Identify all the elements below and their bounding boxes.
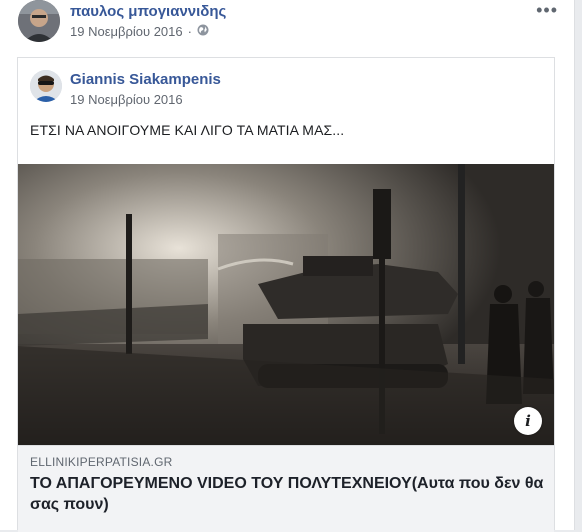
shared-post-text: ΕΤΣΙ ΝΑ ΑΝΟΙΓΟΥΜΕ ΚΑΙ ΛΙΓΟ ΤΑ ΜΑΤΙΑ ΜΑΣ.… — [30, 122, 345, 138]
post-card: παυλος μπογιαννιδης 19 Νοεμβρίου 2016 · … — [0, 0, 575, 532]
shared-post: Giannis Siakampenis 19 Νοεμβρίου 2016 ΕΤ… — [17, 57, 555, 532]
link-title[interactable]: ΤΟ ΑΠΑΓΟΡΕΥΜΕΝΟ VIDEO ΤΟΥ ΠΟΛΥΤΕΧΝΕΙΟΥ(Α… — [30, 473, 545, 515]
link-domain: ELLINIKIPERPATISIA.GR — [30, 455, 173, 469]
post-author-name[interactable]: παυλος μπογιαννιδης — [70, 3, 226, 20]
post-options-button[interactable]: ••• — [536, 1, 558, 19]
post-date[interactable]: 19 Νοεμβρίου 2016 — [70, 24, 183, 39]
shared-author-avatar[interactable] — [30, 70, 62, 102]
shared-post-date[interactable]: 19 Νοεμβρίου 2016 — [70, 92, 183, 107]
link-preview-image[interactable]: i — [18, 164, 554, 445]
link-preview-footer[interactable]: ELLINIKIPERPATISIA.GR ΤΟ ΑΠΑΓΟΡΕΥΜΕΝΟ VI… — [18, 445, 554, 532]
post-meta: 19 Νοεμβρίου 2016 · — [70, 24, 209, 39]
info-button[interactable]: i — [514, 407, 542, 435]
meta-separator: · — [187, 24, 192, 39]
shared-author-name[interactable]: Giannis Siakampenis — [70, 71, 221, 88]
author-avatar[interactable] — [18, 0, 60, 42]
globe-icon[interactable] — [197, 24, 209, 39]
